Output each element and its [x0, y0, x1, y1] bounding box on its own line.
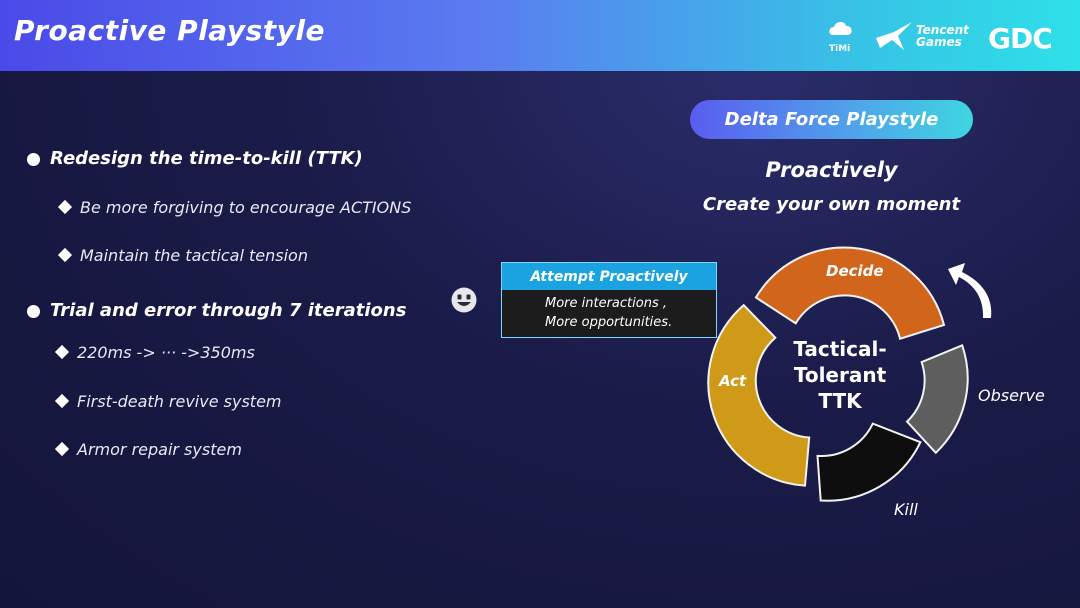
- ttk-cycle-diagram: [707, 246, 992, 502]
- cycle-center-text: Tactical- Tolerant TTK: [793, 337, 887, 413]
- cycle-arrow-icon: [948, 263, 992, 318]
- observe-label: Observe: [978, 386, 1045, 405]
- kill-segment: [816, 422, 922, 502]
- act-label: Act: [719, 372, 747, 390]
- kill-label: Kill: [894, 500, 918, 519]
- decide-label: Decide: [826, 262, 884, 280]
- observe-segment: [905, 343, 969, 455]
